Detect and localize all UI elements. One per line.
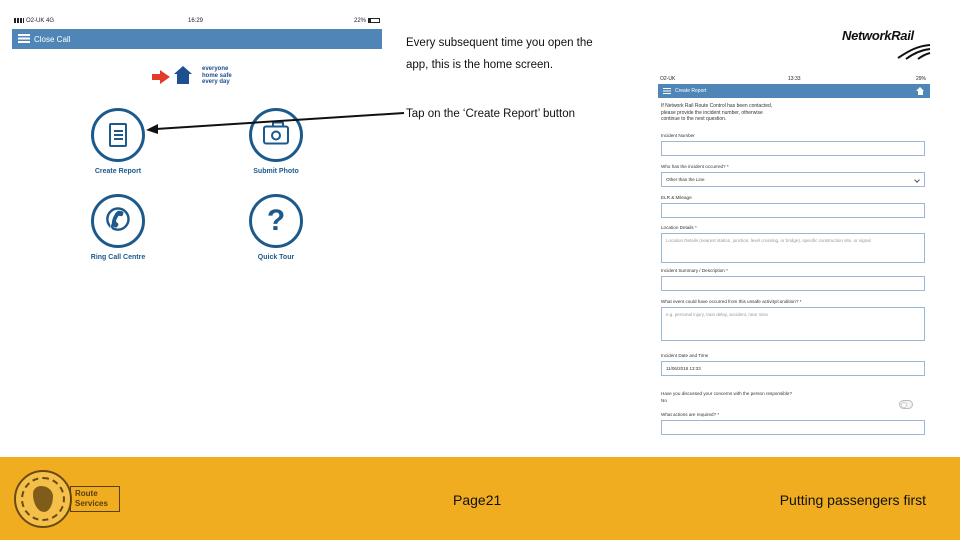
home-screen-instruction: Every subsequent time you open the app, … [406,37,593,71]
location-details-input[interactable]: Location Details (nearest station, junct… [661,233,925,263]
incident-summary-field: Incident Summary / Description * [661,268,925,291]
form-intro: If Network Rail Route Control has been c… [661,103,773,122]
tap-instruction: Tap on the ‘Create Report’ button [406,108,575,120]
footer-tagline: Putting passengers first [779,492,926,508]
rail-tracks-icon [897,44,931,60]
discussed-concerns-field: Have you discussed your concerns with th… [661,390,925,409]
arrow-icon [160,70,170,84]
elr-mileage-input[interactable] [661,203,925,218]
app-header: Close Call [12,29,382,49]
menu-icon-2[interactable] [663,88,671,94]
clock-text: 16:29 [188,18,204,24]
status-bar: O2-UK 4G 16:29 22% [12,14,382,28]
footer-bar: Route Services Page21 Putting passengers… [0,457,960,540]
discussed-concerns-value: No [661,398,667,403]
incident-summary-input[interactable] [661,276,925,291]
location-details-field: Location Details * Location Details (nea… [661,225,925,263]
quick-tour-label: Quick Tour [257,254,295,261]
incident-location-field: Who has the incident occurred? * Other t… [661,164,925,187]
question-icon: ? [266,204,286,237]
create-report-screenshot: O2-UK 13:33 29% Create Report If Network… [658,74,930,440]
incident-datetime-field: Incident Date and Time 11/06/2018 13:33 [661,353,925,376]
actions-required-field: What actions are required? * [661,412,925,435]
incident-datetime-input[interactable]: 11/06/2018 13:33 [661,361,925,376]
phone-icon: ✆ [105,204,131,237]
discussed-concerns-toggle[interactable] [899,400,913,409]
house-icon [174,66,192,84]
slogan: everyone home safe every day [202,66,232,85]
ring-call-centre-label: Ring Call Centre [90,254,146,261]
possible-event-input[interactable]: e.g. personal injury, train delay, accid… [661,307,925,341]
submit-photo-button[interactable]: Submit Photo [221,108,331,175]
carrier-text-2: O2-UK [660,76,676,82]
incident-number-input[interactable] [661,141,925,156]
form-header: Create Report [658,84,930,98]
home-screen-screenshot: O2-UK 4G 16:29 22% Close Call everyone h… [12,14,382,294]
actions-required-input[interactable] [661,420,925,435]
incident-number-field: Incident Number [661,133,925,156]
signal-icon [14,18,24,23]
create-report-label: Create Report [94,168,142,175]
elr-mileage-field: ELR & Mileage [661,195,925,218]
slide: O2-UK 4G 16:29 22% Close Call everyone h… [0,0,960,540]
create-report-button[interactable]: Create Report [63,108,173,175]
home-icon[interactable] [916,87,924,95]
possible-event-field: What event could have occurred from this… [661,299,925,341]
menu-icon[interactable] [18,34,30,43]
route-services-wordmark: Route Services [70,486,120,512]
form-title: Create Report [675,88,707,94]
chevron-down-icon [914,177,920,183]
ring-call-centre-button[interactable]: ✆ Ring Call Centre [63,194,173,261]
battery-text: 22% [353,18,366,25]
quick-tour-button[interactable]: ? Quick Tour [221,194,331,261]
route-services-logo: Route Services [14,470,122,528]
battery-icon [368,18,380,23]
page-number: Page21 [453,492,502,508]
everyone-home-safe-logo: everyone home safe every day [152,64,250,90]
battery-text-2: 29% [915,76,926,82]
incident-location-select[interactable]: Other than the Line [661,172,925,187]
document-icon [109,123,127,147]
status-bar-2: O2-UK 13:33 29% [658,74,930,84]
network-rail-logo: NetworkRail [842,28,934,64]
clock-text-2: 13:33 [788,76,801,82]
submit-photo-label: Submit Photo [253,168,299,175]
camera-icon [263,121,289,145]
carrier-text: O2-UK 4G [26,18,55,25]
route-services-seal-icon [14,470,72,528]
app-title: Close Call [34,35,71,44]
